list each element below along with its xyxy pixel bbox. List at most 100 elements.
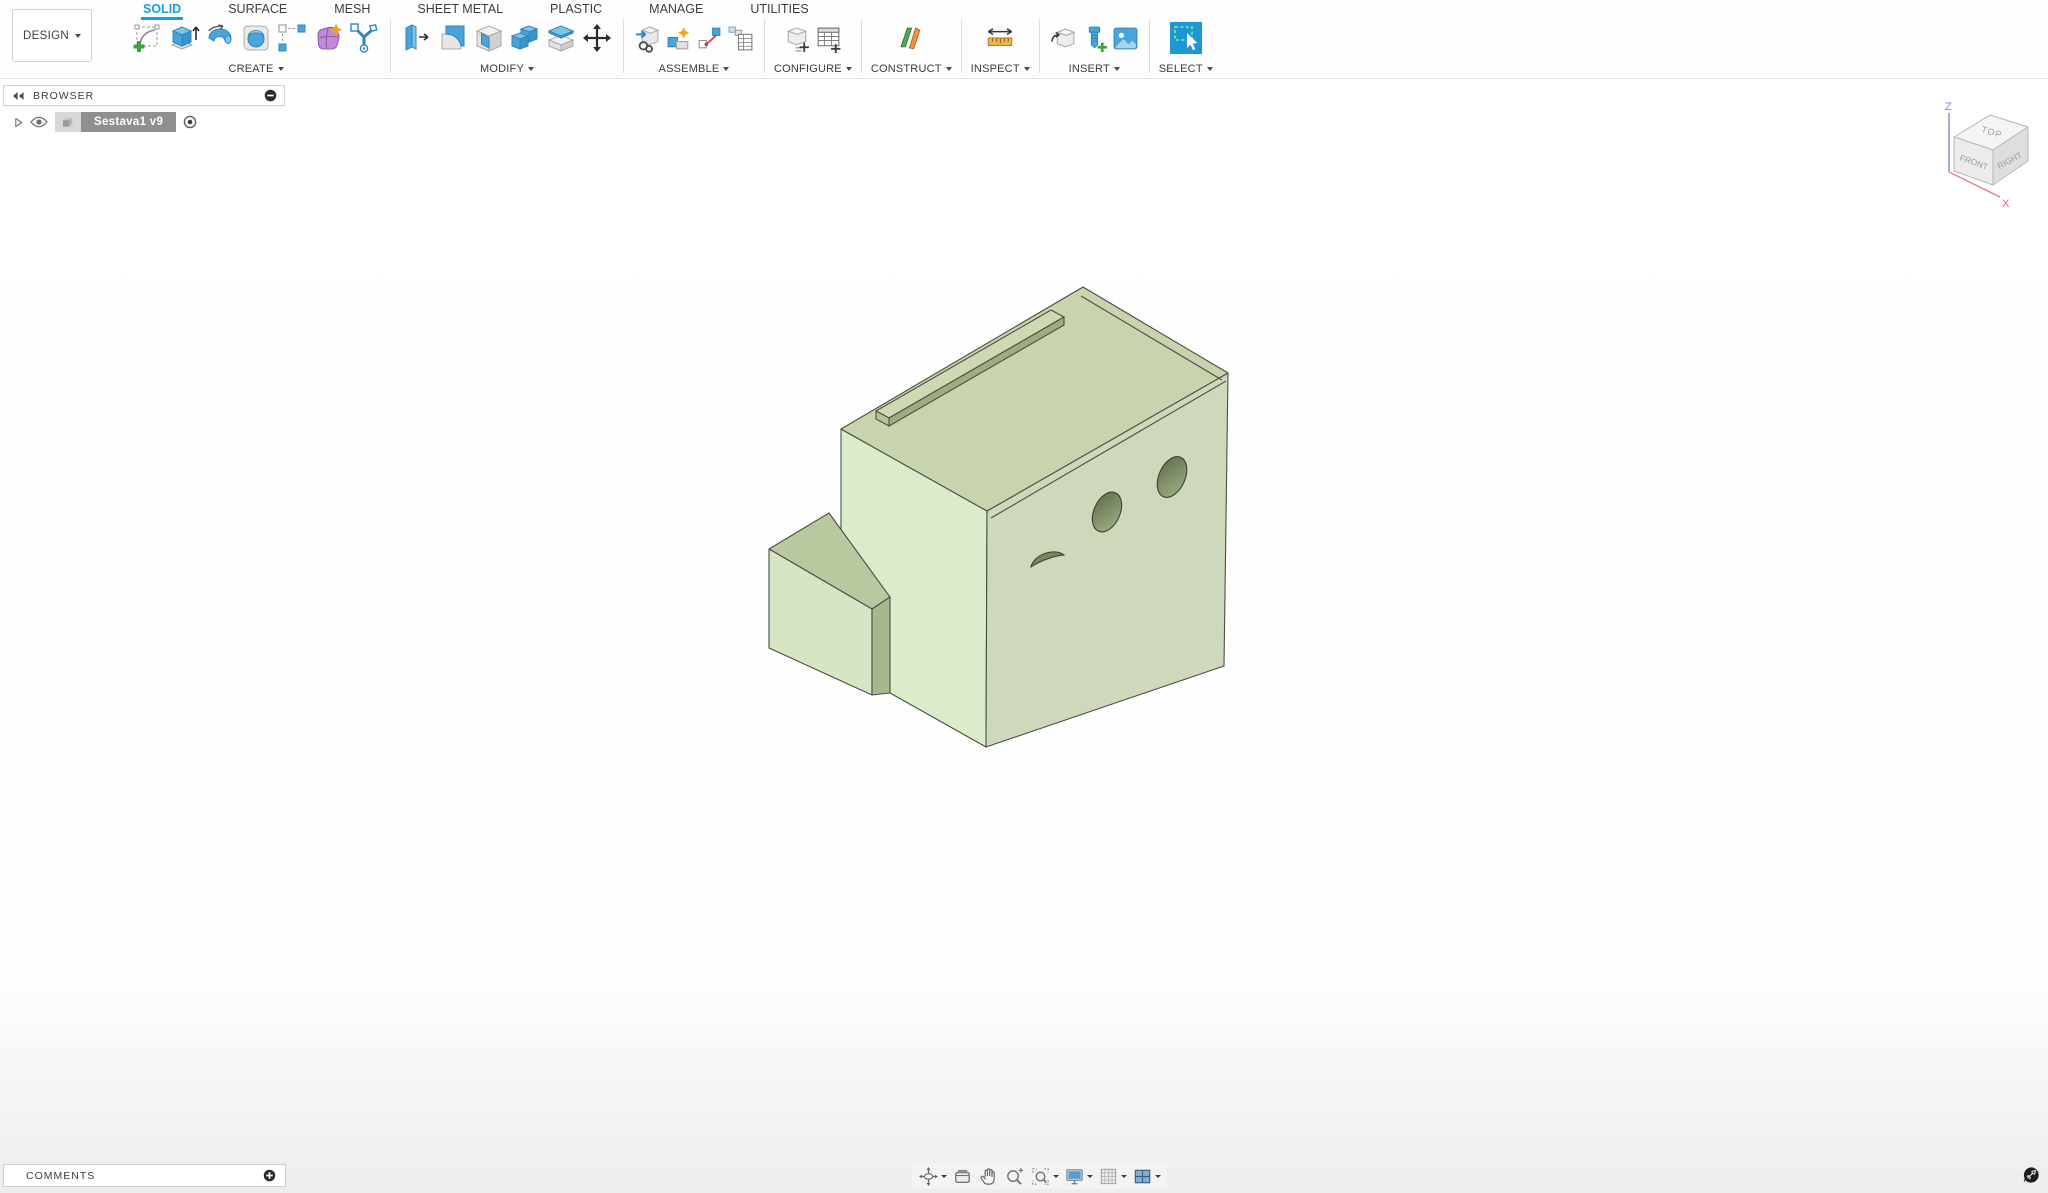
- zoom-button[interactable]: [1004, 1166, 1025, 1187]
- joint-button[interactable]: [695, 24, 724, 53]
- component-chip[interactable]: Sestava1 v9: [55, 112, 176, 132]
- look-at-button[interactable]: [952, 1166, 973, 1187]
- display-settings-button[interactable]: [1064, 1166, 1093, 1187]
- select-button[interactable]: [1169, 21, 1203, 55]
- visibility-eye-icon[interactable]: [30, 116, 48, 128]
- extrude-button[interactable]: [167, 21, 201, 55]
- create-form-icon: [311, 21, 345, 55]
- browser-component-row[interactable]: Sestava1 v9: [14, 111, 197, 133]
- measure-icon: [984, 25, 1016, 51]
- rectangular-pattern-button[interactable]: [275, 21, 309, 55]
- comments-panel-header[interactable]: COMMENTS: [3, 1164, 286, 1187]
- generative-design-button[interactable]: [347, 21, 381, 55]
- group-configure: CONFIGURE: [769, 17, 857, 76]
- combine-icon: [508, 21, 542, 55]
- chevron-down-icon: [1053, 1175, 1059, 1178]
- modify-menu-button[interactable]: MODIFY: [480, 61, 534, 76]
- split-body-button[interactable]: [544, 21, 578, 55]
- construction-plane-button[interactable]: [896, 23, 927, 54]
- insert-component-button[interactable]: [633, 24, 662, 53]
- configure-menu-button[interactable]: CONFIGURE: [774, 61, 852, 76]
- expand-arrow-icon[interactable]: [14, 117, 23, 128]
- insert-fastener-button[interactable]: [1080, 24, 1109, 53]
- create-form-button[interactable]: [311, 21, 345, 55]
- combine-button[interactable]: [508, 21, 542, 55]
- bill-of-materials-button[interactable]: [726, 24, 755, 53]
- minimize-panel-icon[interactable]: [264, 89, 277, 102]
- configuration-table-button[interactable]: [814, 24, 843, 53]
- group-separator: [390, 19, 391, 73]
- configuration-icon: [783, 24, 812, 53]
- activate-component-radio[interactable]: [183, 115, 197, 129]
- grid-and-snaps-button[interactable]: [1098, 1166, 1127, 1187]
- tab-mesh[interactable]: MESH: [332, 0, 372, 16]
- new-component-button[interactable]: [664, 24, 693, 53]
- select-menu-button[interactable]: SELECT: [1159, 61, 1213, 76]
- insert-derive-icon: [1049, 24, 1078, 53]
- create-sketch-icon: [131, 21, 165, 55]
- job-status-button[interactable]: [2022, 1166, 2040, 1184]
- chevron-down-icon: [528, 67, 534, 71]
- bill-of-materials-icon: [726, 24, 755, 53]
- create-menu-button[interactable]: CREATE: [228, 61, 283, 76]
- look-at-icon: [952, 1166, 973, 1187]
- model-viewport[interactable]: [760, 270, 1240, 760]
- tab-manage[interactable]: MANAGE: [647, 0, 705, 16]
- component-name: Sestava1 v9: [81, 112, 176, 132]
- orbit-button[interactable]: [918, 1166, 947, 1187]
- viewports-icon: [1132, 1166, 1153, 1187]
- create-sketch-button[interactable]: [131, 21, 165, 55]
- workspace-switcher-button[interactable]: DESIGN: [12, 9, 92, 62]
- tab-plastic[interactable]: PLASTIC: [548, 0, 604, 16]
- assemble-menu-button[interactable]: ASSEMBLE: [659, 61, 730, 76]
- chevron-down-icon: [1114, 67, 1120, 71]
- insert-menu-button[interactable]: INSERT: [1069, 61, 1120, 76]
- construct-menu-button[interactable]: CONSTRUCT: [871, 61, 952, 76]
- model-block-right[interactable]: [872, 597, 890, 695]
- zoom-window-button[interactable]: [1030, 1166, 1059, 1187]
- group-separator: [961, 19, 962, 73]
- zoom-window-icon: [1030, 1166, 1051, 1187]
- display-settings-icon: [1064, 1166, 1085, 1187]
- axis-z-label: Z: [1945, 101, 1952, 113]
- measure-button[interactable]: [984, 25, 1016, 51]
- chevron-down-icon: [1024, 67, 1030, 71]
- pan-button[interactable]: [978, 1166, 999, 1187]
- generative-design-icon: [347, 21, 381, 55]
- revolve-button[interactable]: [203, 21, 237, 55]
- joint-icon: [695, 24, 724, 53]
- hole-icon: [239, 21, 273, 55]
- press-pull-button[interactable]: [400, 21, 434, 55]
- chevron-down-icon: [1207, 67, 1213, 71]
- move-copy-button[interactable]: [580, 21, 614, 55]
- shell-icon: [472, 21, 506, 55]
- tab-utilities[interactable]: UTILITIES: [748, 0, 810, 16]
- select-icon: [1169, 21, 1203, 55]
- insert-canvas-icon: [1111, 24, 1140, 53]
- ribbon-groups: CREATE MODIFY: [126, 17, 1218, 76]
- navigation-toolbar: [912, 1163, 1167, 1189]
- expand-panel-icon[interactable]: [263, 1169, 276, 1182]
- insert-derive-button[interactable]: [1049, 24, 1078, 53]
- group-separator: [861, 19, 862, 73]
- insert-canvas-button[interactable]: [1111, 24, 1140, 53]
- chevron-down-icon: [1121, 1175, 1127, 1178]
- tab-surface[interactable]: SURFACE: [226, 0, 289, 16]
- hole-button[interactable]: [239, 21, 273, 55]
- group-construct: CONSTRUCT: [866, 17, 957, 76]
- collapse-panel-icon[interactable]: [11, 91, 25, 101]
- configuration-button[interactable]: [783, 24, 812, 53]
- viewports-button[interactable]: [1132, 1166, 1161, 1187]
- revolve-icon: [203, 21, 237, 55]
- view-cube[interactable]: Z X TOP FRONT RIGHT: [1938, 93, 2048, 213]
- inspect-menu-button[interactable]: INSPECT: [971, 61, 1030, 76]
- group-separator: [764, 19, 765, 73]
- group-create: CREATE: [126, 17, 386, 76]
- chevron-down-icon: [846, 67, 852, 71]
- shell-button[interactable]: [472, 21, 506, 55]
- tab-sheet-metal[interactable]: SHEET METAL: [415, 0, 505, 16]
- fillet-button[interactable]: [436, 21, 470, 55]
- browser-panel-header[interactable]: BROWSER: [3, 85, 285, 106]
- group-separator: [1039, 19, 1040, 73]
- component-box-icon: [55, 112, 81, 132]
